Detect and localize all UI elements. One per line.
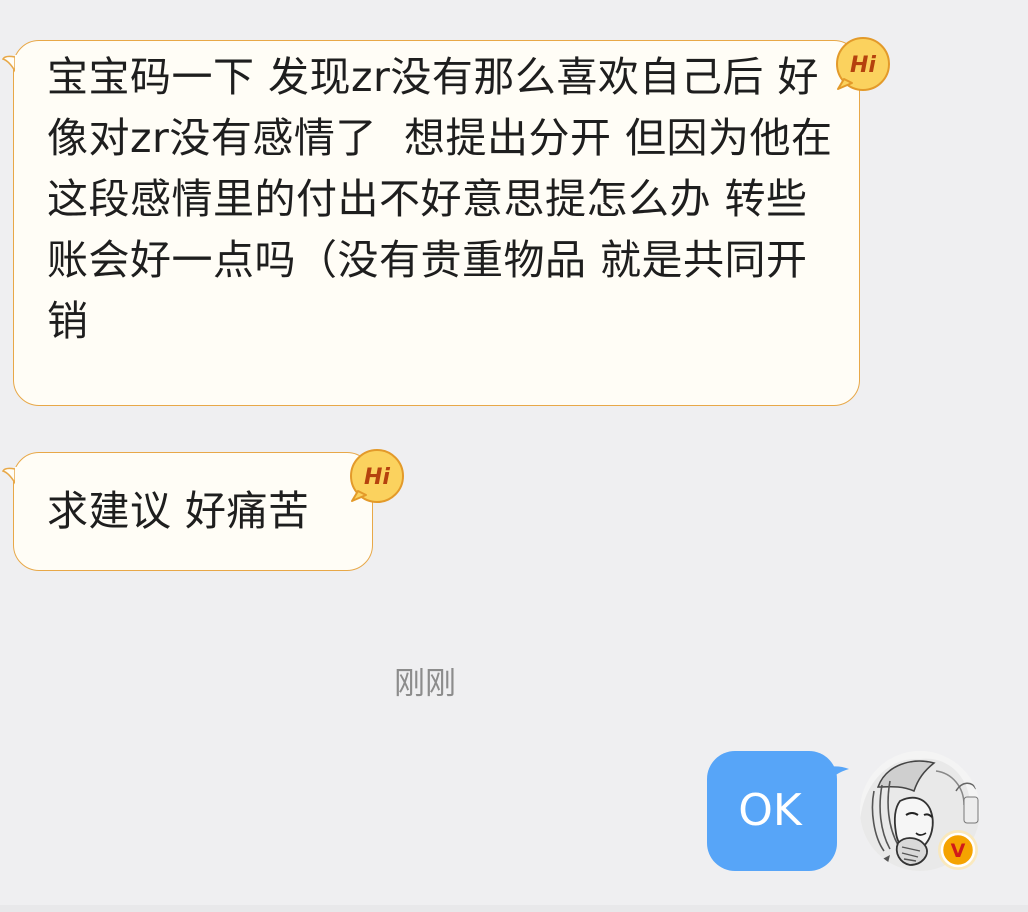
incoming-message-bubble[interactable]: 宝宝码一下 发现zr没有那么喜欢自己后 好像对zr没有感情了 想提出分开 但因为… — [1, 40, 860, 406]
message-timestamp: 刚刚 — [394, 666, 456, 702]
hi-badge-icon: Hi — [350, 449, 404, 503]
bubble-tail — [1, 467, 27, 491]
message-text: 求建议 好痛苦 — [47, 487, 310, 535]
message-text: OK — [738, 785, 802, 836]
bubble-tail — [827, 766, 849, 783]
verified-v-icon: V — [938, 830, 978, 870]
outgoing-message-bubble[interactable]: OK — [707, 751, 849, 871]
incoming-message-bubble[interactable]: 求建议 好痛苦 — [1, 452, 373, 571]
bubble-tail — [1, 55, 27, 79]
bottom-edge — [0, 905, 1028, 912]
hi-badge-icon: Hi — [836, 37, 890, 91]
message-text: 宝宝码一下 发现zr没有那么喜欢自己后 好像对zr没有感情了 想提出分开 但因为… — [47, 53, 833, 345]
hi-badge-label: Hi — [364, 465, 390, 490]
verified-v-label: V — [951, 840, 966, 862]
hi-badge-label: Hi — [850, 53, 876, 78]
